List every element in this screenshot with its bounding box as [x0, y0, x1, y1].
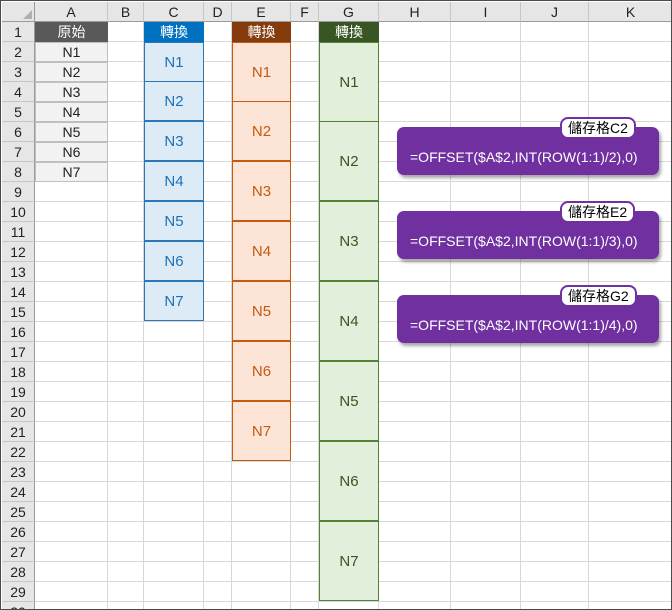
group-c-block[interactable]: N5 [144, 201, 204, 241]
cell-reference-label: 儲存格C2 [560, 117, 636, 139]
header-group-c[interactable]: 轉換 [144, 22, 204, 42]
row-header-30[interactable]: 30 [2, 602, 35, 609]
column-header-j[interactable]: J [521, 2, 589, 22]
row-header-8[interactable]: 8 [2, 162, 35, 182]
row-header-11[interactable]: 11 [2, 222, 35, 242]
original-value-cell[interactable]: N6 [35, 142, 108, 162]
header-group-g[interactable]: 轉換 [319, 22, 379, 42]
group-c-block[interactable]: N2 [144, 81, 204, 121]
formula-text: =OFFSET($A$2,INT(ROW(1:1)/4),0) [410, 317, 638, 333]
row-header-14[interactable]: 14 [2, 282, 35, 302]
group-c-block[interactable]: N6 [144, 241, 204, 281]
row-header-20[interactable]: 20 [2, 402, 35, 422]
group-e-block[interactable]: N4 [232, 221, 291, 281]
gridline-horizontal [35, 601, 671, 602]
header-original[interactable]: 原始 [35, 22, 108, 42]
cell-reference-label: 儲存格G2 [560, 285, 637, 307]
row-header-5[interactable]: 5 [2, 102, 35, 122]
group-e-block[interactable]: N7 [232, 401, 291, 461]
row-header-13[interactable]: 13 [2, 262, 35, 282]
row-header-3[interactable]: 3 [2, 62, 35, 82]
row-header-6[interactable]: 6 [2, 122, 35, 142]
column-header-b[interactable]: B [108, 2, 144, 22]
column-header-d[interactable]: D [204, 2, 232, 22]
group-g-block[interactable]: N6 [319, 441, 379, 521]
group-e-block[interactable]: N1 [232, 42, 291, 102]
row-header-24[interactable]: 24 [2, 482, 35, 502]
column-header-e[interactable]: E [232, 2, 291, 22]
row-header-15[interactable]: 15 [2, 302, 35, 322]
group-e-block[interactable]: N3 [232, 161, 291, 221]
cell-reference-label: 儲存格E2 [560, 201, 636, 223]
select-all-triangle-icon [23, 10, 32, 19]
original-value-cell[interactable]: N2 [35, 62, 108, 82]
formula-text: =OFFSET($A$2,INT(ROW(1:1)/3),0) [410, 233, 638, 249]
row-header-16[interactable]: 16 [2, 322, 35, 342]
row-header-25[interactable]: 25 [2, 502, 35, 522]
group-g-block[interactable]: N1 [319, 42, 379, 122]
row-header-9[interactable]: 9 [2, 182, 35, 202]
row-header-2[interactable]: 2 [2, 42, 35, 62]
row-header-22[interactable]: 22 [2, 442, 35, 462]
group-e-block[interactable]: N2 [232, 101, 291, 161]
group-e-block[interactable]: N5 [232, 281, 291, 341]
group-g-block[interactable]: N3 [319, 201, 379, 281]
original-value-cell[interactable]: N7 [35, 162, 108, 182]
column-header-g[interactable]: G [319, 2, 379, 22]
row-header-21[interactable]: 21 [2, 422, 35, 442]
column-header-a[interactable]: A [35, 2, 108, 22]
row-header-28[interactable]: 28 [2, 562, 35, 582]
group-c-block[interactable]: N7 [144, 281, 204, 321]
row-header-23[interactable]: 23 [2, 462, 35, 482]
row-header-27[interactable]: 27 [2, 542, 35, 562]
group-c-block[interactable]: N1 [144, 42, 204, 82]
column-header-k[interactable]: K [589, 2, 671, 22]
select-all-corner[interactable] [2, 2, 35, 22]
column-header-f[interactable]: F [291, 2, 319, 22]
row-header-18[interactable]: 18 [2, 362, 35, 382]
spreadsheet[interactable]: ABCDEFGHIJK 1 2 3 4 5 6 7 8 9 10 11 12 13 14 15 16 17 18 1… [0, 0, 672, 610]
row-header-17[interactable]: 17 [2, 342, 35, 362]
group-g-block[interactable]: N5 [319, 361, 379, 441]
group-c-block[interactable]: N4 [144, 161, 204, 201]
column-header-h[interactable]: H [379, 2, 451, 22]
row-header-4[interactable]: 4 [2, 82, 35, 102]
original-value-cell[interactable]: N5 [35, 122, 108, 142]
row-header-10[interactable]: 10 [2, 202, 35, 222]
original-value-cell[interactable]: N3 [35, 82, 108, 102]
column-header-c[interactable]: C [144, 2, 204, 22]
row-header-19[interactable]: 19 [2, 382, 35, 402]
row-header-29[interactable]: 29 [2, 582, 35, 602]
formula-text: =OFFSET($A$2,INT(ROW(1:1)/2),0) [410, 149, 638, 165]
column-header-i[interactable]: I [451, 2, 521, 22]
header-group-e[interactable]: 轉換 [232, 22, 291, 42]
row-header-12[interactable]: 12 [2, 242, 35, 262]
row-header-7[interactable]: 7 [2, 142, 35, 162]
group-c-block[interactable]: N3 [144, 121, 204, 161]
original-value-cell[interactable]: N4 [35, 102, 108, 122]
original-value-cell[interactable]: N1 [35, 42, 108, 62]
group-g-block[interactable]: N4 [319, 281, 379, 361]
group-g-block[interactable]: N7 [319, 521, 379, 601]
group-e-block[interactable]: N6 [232, 341, 291, 401]
row-header-26[interactable]: 26 [2, 522, 35, 542]
row-header-1[interactable]: 1 [2, 22, 35, 42]
group-g-block[interactable]: N2 [319, 121, 379, 201]
